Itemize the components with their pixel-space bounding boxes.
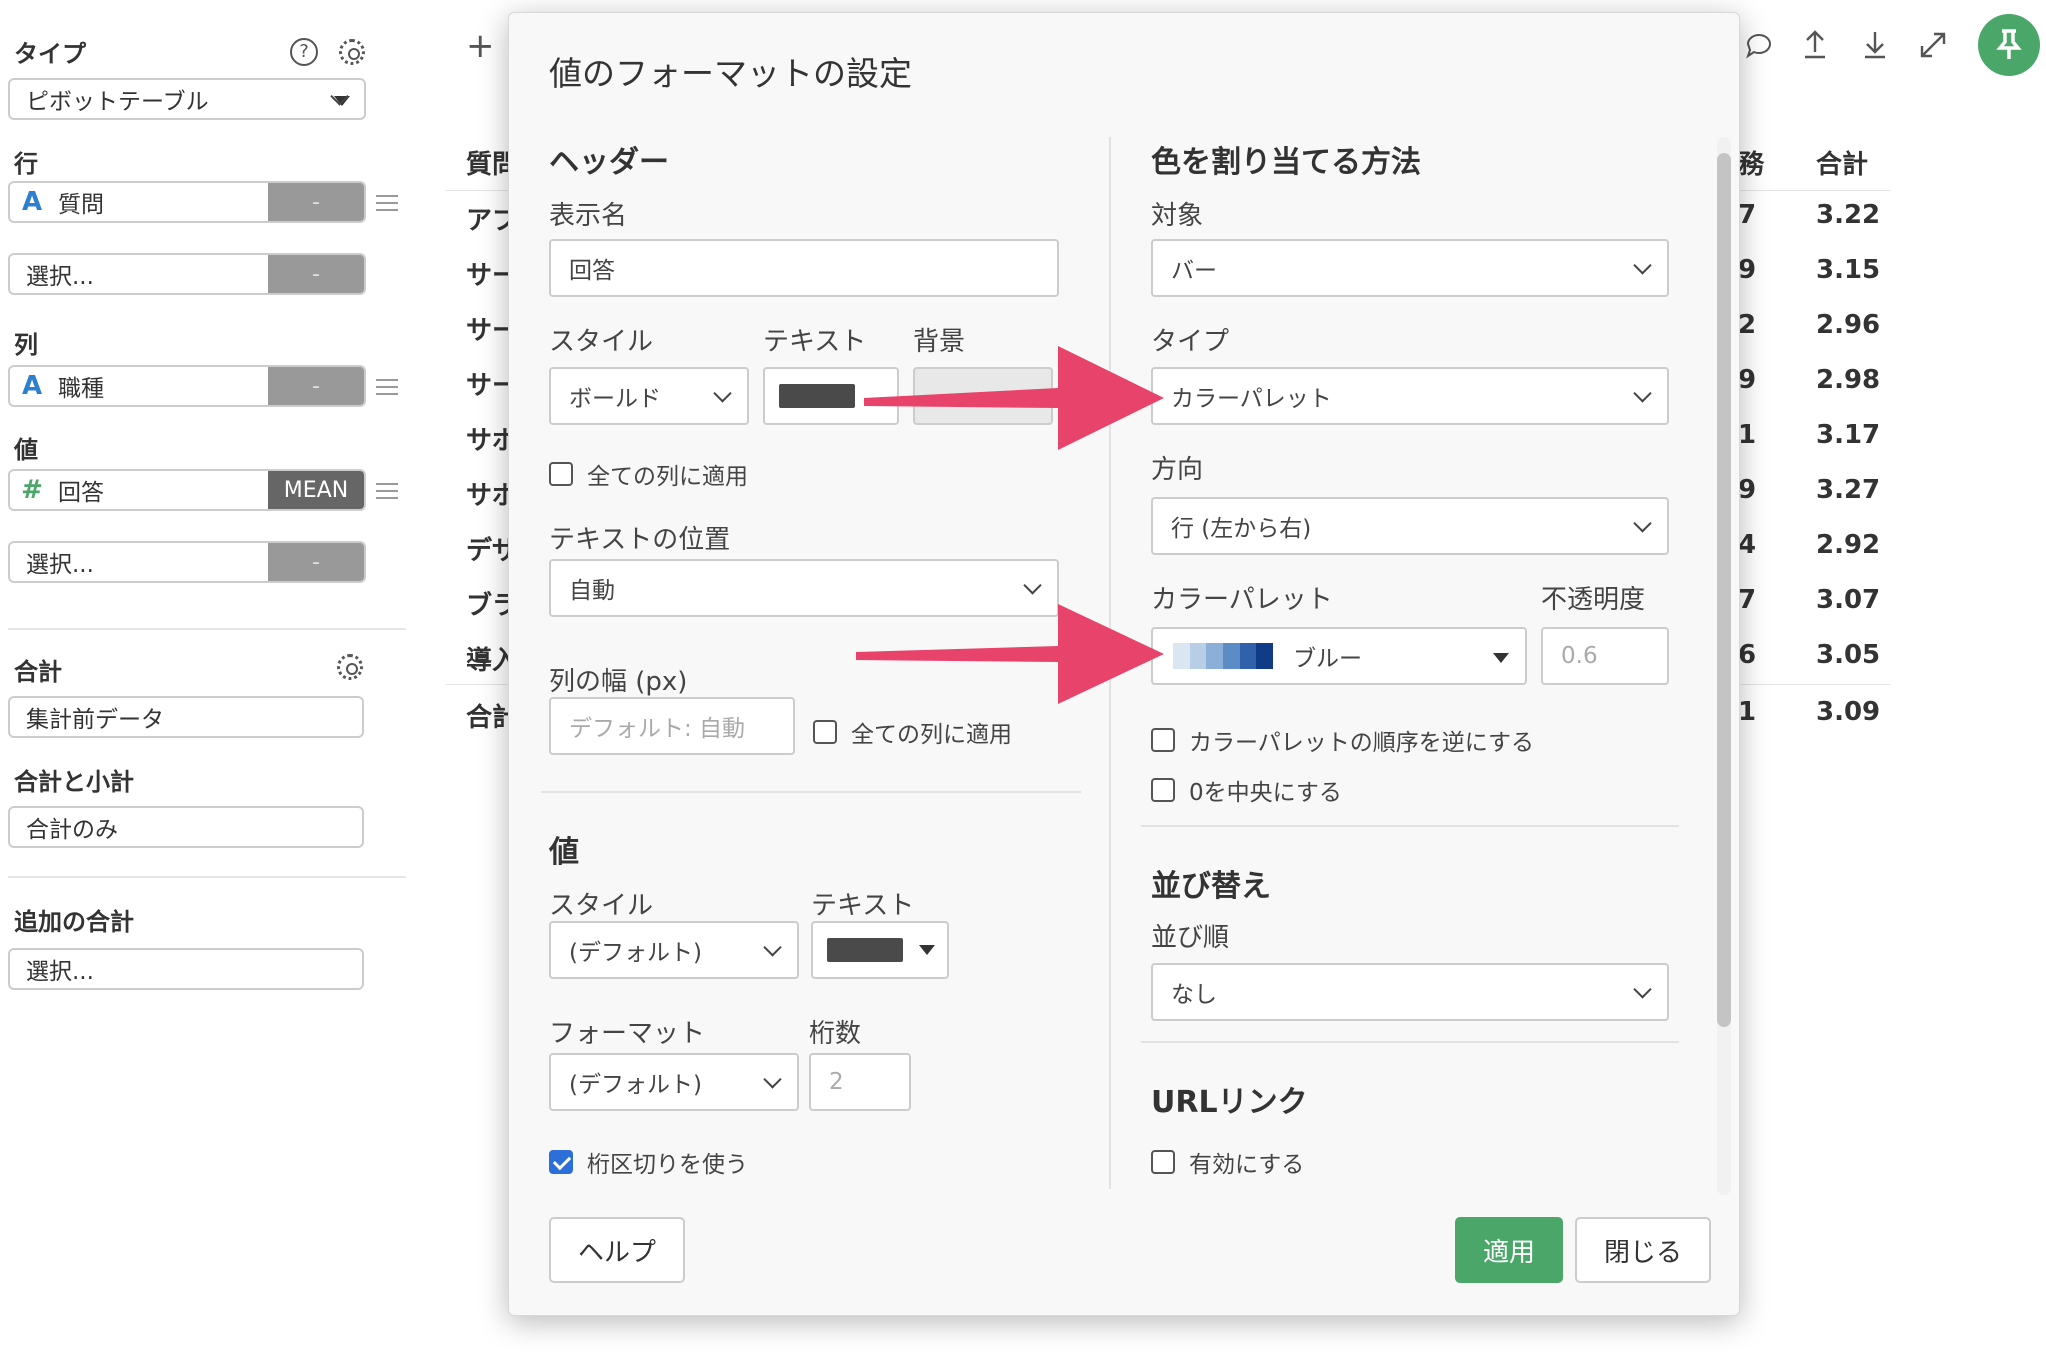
arrow-to-color-type bbox=[864, 346, 1164, 450]
annotation-arrows bbox=[856, 346, 1164, 704]
arrow-to-palette bbox=[856, 604, 1164, 704]
